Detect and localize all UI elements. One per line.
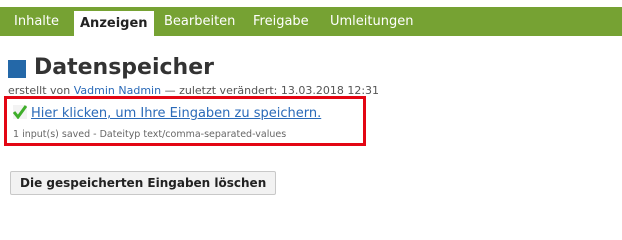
- tab-bar: Inhalte Anzeigen Bearbeiten Freigabe Uml…: [0, 7, 622, 36]
- delete-inputs-button[interactable]: Die gespeicherten Eingaben löschen: [10, 171, 277, 195]
- checkmark-icon: [13, 105, 27, 119]
- save-inputs-link[interactable]: Hier klicken, um Ihre Eingaben zu speich…: [13, 105, 321, 121]
- tab-inhalte[interactable]: Inhalte: [14, 7, 59, 36]
- tab-freigabe[interactable]: Freigabe: [253, 7, 309, 36]
- tab-anzeigen[interactable]: Anzeigen: [74, 11, 154, 36]
- saved-info-text: 1 input(s) saved - Dateityp text/comma-s…: [13, 129, 287, 140]
- data-storage-icon: [8, 60, 26, 78]
- save-highlight-box: Hier klicken, um Ihre Eingaben zu speich…: [4, 96, 366, 146]
- page-title: Datenspeicher: [34, 55, 214, 80]
- save-inputs-label: Hier klicken, um Ihre Eingaben zu speich…: [31, 106, 322, 121]
- tab-bearbeiten[interactable]: Bearbeiten: [164, 7, 235, 36]
- tab-umleitungen[interactable]: Umleitungen: [330, 7, 413, 36]
